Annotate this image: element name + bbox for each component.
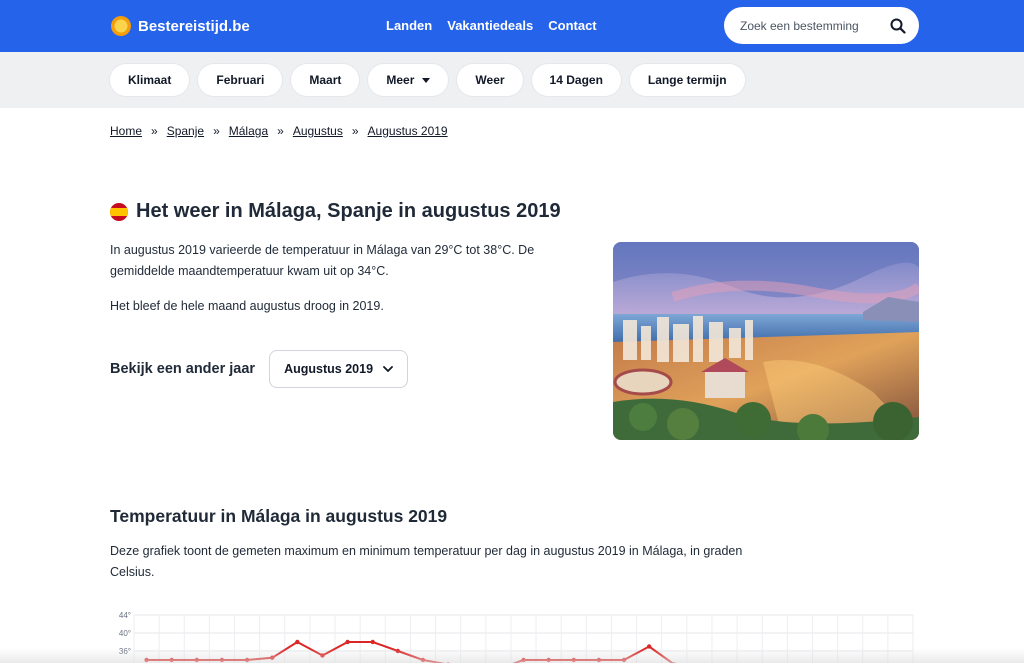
breadcrumb-separator: » (277, 124, 284, 138)
sun-icon (110, 15, 132, 37)
nav-link-vakantiedeals[interactable]: Vakantiedeals (447, 18, 533, 33)
search-box (724, 7, 919, 44)
data-point[interactable] (370, 639, 375, 645)
y-tick-label: 36° (119, 647, 131, 656)
data-point[interactable] (395, 648, 401, 654)
data-point[interactable] (295, 639, 300, 645)
intro-paragraph-temperature: In augustus 2019 varieerde de temperatuu… (110, 243, 535, 278)
y-tick-label: 40° (119, 629, 131, 638)
breadcrumb-home[interactable]: Home (110, 124, 142, 138)
data-point[interactable] (144, 657, 149, 663)
year-select-value: Augustus 2019 (284, 362, 374, 376)
breadcrumb-separator: » (213, 124, 220, 138)
page-heading: Het weer in Málaga, Spanje in augustus 2… (110, 200, 561, 223)
malaga-city-photo (613, 242, 919, 440)
breadcrumb-malaga[interactable]: Málaga (229, 124, 268, 138)
temperature-chart-svg: 44° 40° 36° (119, 611, 914, 668)
pill-maart[interactable]: Maart (291, 64, 360, 96)
data-point[interactable] (521, 657, 526, 663)
chevron-down-icon (383, 362, 393, 376)
pill-label: Klimaat (128, 73, 172, 87)
data-point[interactable] (420, 657, 426, 663)
pill-weer[interactable]: Weer (457, 64, 523, 96)
pill-klimaat[interactable]: Klimaat (110, 64, 190, 96)
page-title: Het weer in Málaga, Spanje in augustus 2… (136, 200, 561, 222)
pill-label: 14 Dagen (549, 73, 603, 87)
pill-meer-dropdown[interactable]: Meer (368, 64, 449, 96)
year-selector-row: Bekijk een ander jaar Augustus 2019 (110, 350, 409, 388)
breadcrumb-augustus-2019[interactable]: Augustus 2019 (368, 124, 448, 138)
data-point[interactable] (244, 657, 250, 663)
search-input[interactable] (740, 18, 889, 33)
data-point[interactable] (546, 657, 551, 663)
chart-description: Deze grafiek toont de gemeten maximum en… (110, 544, 743, 579)
pill-label: Februari (216, 73, 265, 87)
pill-label: Meer (386, 73, 415, 87)
subnav-pills: Klimaat Februari Maart Meer Weer 14 Dage… (110, 64, 745, 96)
year-select-dropdown[interactable]: Augustus 2019 (269, 350, 409, 388)
data-point[interactable] (345, 639, 350, 645)
chart-section-title: Temperatuur in Málaga in augustus 2019 (110, 506, 448, 526)
data-point[interactable] (270, 655, 275, 660)
data-point[interactable] (621, 657, 627, 663)
pill-14-dagen[interactable]: 14 Dagen (531, 64, 621, 96)
data-point[interactable] (646, 644, 652, 649)
breadcrumb: Home » Spanje » Málaga » Augustus » Augu… (110, 124, 448, 138)
nav-link-landen[interactable]: Landen (386, 18, 432, 33)
breadcrumb-augustus[interactable]: Augustus (293, 124, 343, 138)
temperature-chart: 44° 40° 36° (110, 605, 920, 668)
spain-flag-icon (110, 202, 128, 221)
data-point[interactable] (320, 653, 325, 658)
pill-februari[interactable]: Februari (198, 64, 283, 96)
caret-down-icon (422, 77, 431, 83)
pill-lange-termijn[interactable]: Lange termijn (629, 64, 745, 96)
y-tick-label: 44° (119, 611, 131, 620)
breadcrumb-separator: » (151, 124, 158, 138)
main-nav: Landen Vakantiedeals Contact (386, 18, 597, 33)
breadcrumb-spanje[interactable]: Spanje (167, 124, 204, 138)
pill-label: Maart (309, 73, 342, 87)
logo-text: Bestereistijd.be (138, 17, 250, 35)
breadcrumb-separator: » (351, 124, 359, 138)
year-selector-label: Bekijk een ander jaar (110, 361, 256, 377)
pill-label: Weer (475, 73, 505, 87)
intro-text: In augustus 2019 varieerde de temperatuu… (110, 240, 580, 331)
nav-link-contact[interactable]: Contact (548, 18, 596, 33)
search-icon[interactable] (889, 17, 907, 35)
intro-paragraph-rain: Het bleef de hele maand augustus droog i… (110, 299, 384, 313)
data-point[interactable] (219, 657, 225, 663)
data-point[interactable] (194, 657, 200, 663)
site-logo[interactable]: Bestereistijd.be (110, 13, 250, 39)
data-point[interactable] (596, 657, 602, 663)
pill-label: Lange termijn (647, 73, 727, 87)
data-point[interactable] (571, 657, 576, 663)
data-point[interactable] (169, 657, 174, 663)
